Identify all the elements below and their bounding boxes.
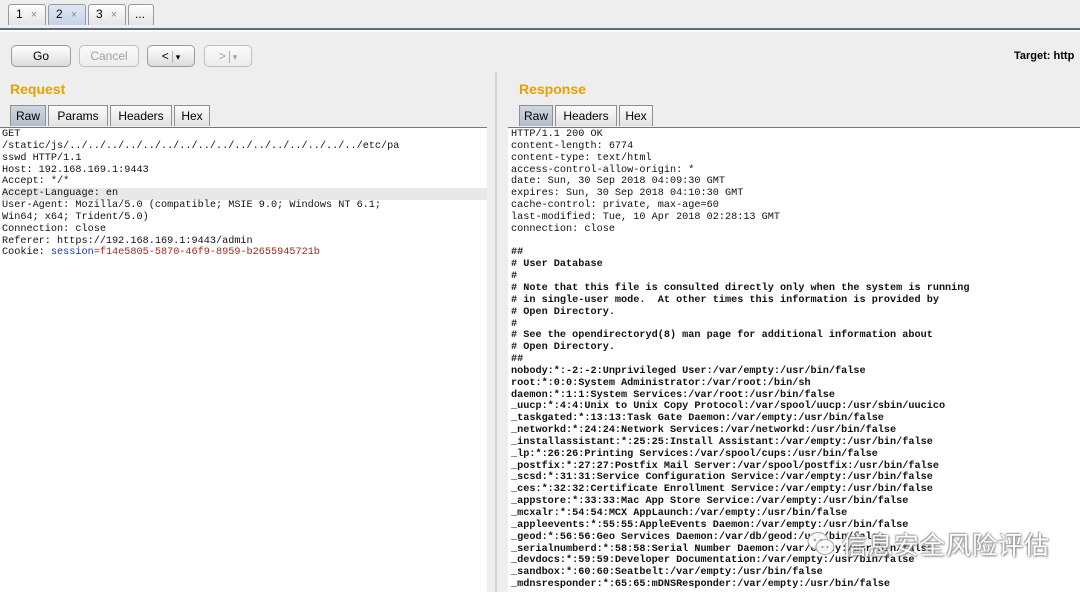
request-editor[interactable]: GET /static/js/../../../../../../../../.… — [0, 127, 487, 592]
close-icon[interactable]: × — [71, 9, 77, 21]
request-line: GET — [2, 129, 21, 140]
response-headers: HTTP/1.1 200 OK content-length: 6774 con… — [511, 129, 780, 235]
response-pane: Response Raw Headers Hex HTTP/1.1 200 OK… — [508, 72, 1080, 592]
request-title: Request — [10, 81, 66, 97]
request-line: User-Agent: Mozilla/5.0 (compatible; MSI… — [2, 200, 382, 212]
chevron-down-icon[interactable]: ▾ — [233, 52, 238, 62]
close-icon[interactable]: × — [111, 9, 117, 21]
request-line: Host: 192.168.169.1:9443 — [2, 164, 149, 176]
divider-line — [495, 72, 497, 592]
back-button[interactable]: < ▾ — [147, 45, 195, 67]
request-pane: Request Raw Params Headers Hex GET /stat… — [0, 72, 487, 592]
tab-raw[interactable]: Raw — [519, 105, 553, 126]
request-line: sswd HTTP/1.1 — [2, 152, 82, 164]
request-line: Connection: close — [2, 223, 106, 235]
new-tab-button[interactable]: ... — [128, 4, 154, 25]
highlighted-line: Accept-Language: en — [2, 188, 487, 201]
tab-3[interactable]: 3 × — [88, 4, 126, 25]
watermark-text: 信息安全风险评估 — [842, 531, 1051, 560]
target-label[interactable]: Target: http — [1014, 50, 1074, 62]
tab-label: 1 — [16, 7, 23, 21]
tab-hex[interactable]: Hex — [619, 105, 653, 126]
go-button[interactable]: Go — [11, 45, 71, 67]
watermark: 信息安全风险评估 — [806, 526, 1050, 562]
toolbar: Go Cancel < ▾ > ▾ Target: http — [0, 32, 1080, 72]
chat-bubble-icon — [806, 529, 836, 559]
request-line: /static/js/../../../../../../../../../..… — [2, 140, 400, 152]
tab-2[interactable]: 2 × — [48, 4, 86, 25]
response-text[interactable]: HTTP/1.1 200 OK content-length: 6774 con… — [508, 128, 1080, 591]
tab-hex[interactable]: Hex — [174, 105, 210, 126]
cancel-button[interactable]: Cancel — [79, 45, 139, 67]
request-line: Referer: https://192.168.169.1:9443/admi… — [2, 235, 253, 247]
request-line: Win64; x64; Trident/5.0) — [2, 211, 149, 223]
response-view-tabs: Raw Headers Hex — [519, 105, 659, 127]
response-editor[interactable]: HTTP/1.1 200 OK content-length: 6774 con… — [508, 127, 1080, 592]
repeater-tab-strip: 1 × 2 × 3 × ... — [0, 0, 1080, 30]
tab-label: 3 — [96, 7, 103, 21]
chevron-down-icon[interactable]: ▾ — [176, 52, 181, 62]
tab-1[interactable]: 1 × — [8, 4, 46, 25]
chevron-right-icon: > — [218, 49, 226, 63]
request-view-tabs: Raw Params Headers Hex — [10, 105, 210, 127]
divider — [228, 50, 230, 63]
tab-raw[interactable]: Raw — [10, 105, 46, 126]
request-text[interactable]: GET /static/js/../../../../../../../../.… — [0, 128, 487, 259]
forward-button[interactable]: > ▾ — [204, 45, 252, 67]
divider — [171, 50, 173, 63]
cookie-name: session — [50, 247, 94, 259]
close-icon[interactable]: × — [31, 9, 37, 21]
chevron-left-icon: < — [161, 49, 169, 63]
request-line: Accept: */* — [2, 176, 70, 188]
cookie-prefix: Cookie: — [2, 247, 51, 259]
tab-label: 2 — [56, 7, 63, 21]
response-title: Response — [519, 81, 586, 97]
cookie-value: =f14e5805-5870-46f9-8959-b2655945721b — [93, 247, 320, 259]
tab-headers[interactable]: Headers — [555, 105, 617, 126]
tab-headers[interactable]: Headers — [110, 105, 172, 126]
split-pane-divider[interactable] — [487, 72, 508, 592]
tab-label: ... — [135, 7, 146, 21]
tab-params[interactable]: Params — [48, 105, 108, 126]
